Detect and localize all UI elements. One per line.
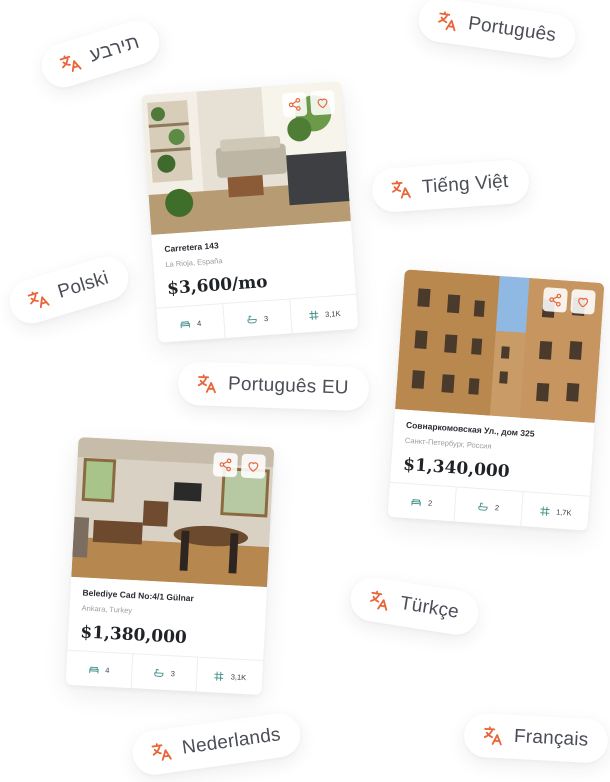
share-button[interactable] — [281, 91, 308, 118]
listing-photo[interactable] — [141, 81, 351, 235]
translate-icon — [389, 178, 412, 201]
bathrooms-count: 3 — [170, 668, 176, 678]
language-label: תירבע — [87, 31, 142, 67]
translate-icon — [196, 372, 219, 395]
listing-card[interactable]: Belediye Cad No:4/1 Gülnar Ankara, Turke… — [65, 437, 275, 695]
area-icon — [539, 505, 551, 517]
spec-bedrooms: 2 — [387, 482, 457, 522]
spec-bathrooms: 2 — [454, 487, 524, 527]
area-value: 1,7K — [555, 506, 572, 518]
bedrooms-count: 4 — [196, 318, 202, 328]
language-label: Tiếng Việt — [421, 170, 510, 198]
heart-icon — [576, 294, 591, 309]
language-label: Português EU — [227, 373, 350, 399]
language-label: Português — [466, 13, 558, 47]
listing-card[interactable]: Carretera 143 La Rioja, España $3,600/mo… — [141, 81, 359, 343]
favorite-button[interactable] — [240, 453, 266, 479]
listing-photo[interactable] — [395, 269, 605, 423]
listing-price: $3,600/mo — [166, 271, 269, 299]
translate-icon — [435, 9, 460, 34]
language-pill-dutch[interactable]: Nederlands — [129, 710, 304, 778]
listing-photo[interactable] — [71, 437, 275, 588]
bedrooms-count: 2 — [427, 498, 433, 508]
language-pill-portuguese-eu[interactable]: Português EU — [177, 360, 370, 412]
area-icon — [308, 309, 320, 321]
bath-icon — [247, 313, 259, 325]
translate-icon — [149, 739, 174, 764]
translate-icon — [25, 286, 52, 313]
language-pill-french[interactable]: Français — [462, 712, 610, 764]
bed-icon — [411, 496, 423, 508]
listing-city: Ankara, Turkey — [81, 603, 133, 616]
favorite-button[interactable] — [570, 289, 596, 315]
language-label: Polski — [55, 267, 112, 303]
language-pill-turkish[interactable]: Türkçe — [347, 574, 482, 638]
language-pill-polish[interactable]: Polski — [4, 251, 134, 329]
language-label: Nederlands — [180, 724, 282, 759]
bed-icon — [180, 318, 192, 330]
language-label: Türkçe — [398, 592, 461, 623]
language-pill-hebrew[interactable]: תירבע — [36, 15, 165, 93]
bath-icon — [478, 501, 490, 513]
listing-address: Belediye Cad No:4/1 Gülnar — [82, 587, 195, 604]
share-icon — [218, 457, 233, 472]
spec-bedrooms: 4 — [156, 304, 226, 343]
translate-icon — [367, 588, 392, 613]
spec-bathrooms: 3 — [131, 654, 199, 692]
spec-bathrooms: 3 — [223, 299, 293, 338]
share-icon — [287, 97, 302, 112]
spec-area: 3,1K — [197, 658, 263, 695]
bathrooms-count: 2 — [494, 502, 500, 512]
bed-icon — [88, 663, 100, 675]
spec-bedrooms: 4 — [65, 650, 134, 689]
bedrooms-count: 4 — [104, 665, 110, 675]
area-icon — [213, 670, 225, 682]
language-pill-portuguese[interactable]: Português — [415, 0, 579, 61]
favorite-button[interactable] — [309, 89, 336, 116]
area-value: 3,1K — [324, 308, 341, 319]
share-icon — [548, 292, 563, 307]
share-button[interactable] — [542, 287, 568, 313]
listing-price: $1,340,000 — [402, 454, 511, 483]
language-label: Français — [513, 725, 589, 751]
heart-icon — [315, 95, 330, 110]
translate-icon — [481, 724, 504, 747]
bath-icon — [154, 667, 166, 679]
listing-price: $1,380,000 — [79, 622, 188, 648]
share-button[interactable] — [212, 452, 238, 478]
bathrooms-count: 3 — [263, 313, 269, 323]
listing-card[interactable]: Совнаркомовская Ул., дом 325 Санкт-Петер… — [387, 269, 605, 531]
heart-icon — [246, 459, 261, 474]
area-value: 3,1K — [230, 671, 247, 682]
spec-area: 1,7K — [521, 492, 589, 531]
language-pill-vietnamese[interactable]: Tiếng Việt — [370, 158, 530, 214]
translate-icon — [57, 49, 84, 76]
spec-area: 3,1K — [290, 295, 358, 334]
